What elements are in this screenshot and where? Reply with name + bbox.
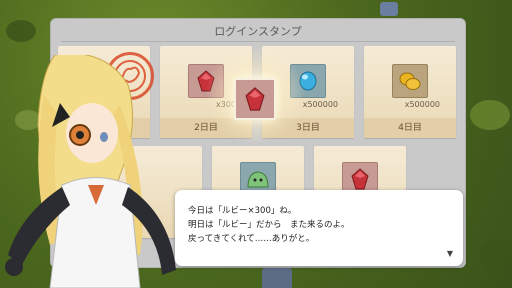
terrain-patch — [480, 240, 510, 270]
ruby-icon — [351, 168, 369, 190]
panel-title: ログインスタンプ — [214, 25, 302, 38]
ruby-icon — [245, 87, 265, 111]
dialog-box[interactable]: 今日は「ルビー×300」ね。 明日は「ルビー」だから また来るのよ。 戻ってきて… — [175, 190, 463, 266]
terrain-patch — [6, 20, 36, 42]
today-reward-highlight[interactable] — [234, 78, 276, 120]
divider — [61, 41, 455, 42]
next-arrow-icon[interactable]: ▼ — [447, 249, 453, 258]
gold-nugget-icon — [399, 72, 421, 90]
guide-character-illustration — [5, 55, 176, 288]
slime-icon — [247, 171, 269, 188]
terrain-patch — [470, 100, 510, 130]
reward-icon-frame — [392, 64, 428, 98]
dialog-text-line: 戻ってきてくれて……ありがと。 — [188, 234, 315, 244]
building-icon — [262, 268, 292, 288]
building-icon — [380, 2, 398, 16]
reward-quantity: x500000 — [302, 100, 338, 109]
card-day-label: 4日目 — [364, 118, 456, 138]
stamp-card-day-4[interactable]: x500000 4日目 — [364, 46, 456, 138]
dialog-text-line: 明日は「ルビー」だから また来るのよ。 — [188, 220, 350, 230]
dialog-text-line: 今日は「ルビー×300」ね。 — [188, 206, 297, 216]
reward-quantity: x500000 — [404, 100, 440, 109]
